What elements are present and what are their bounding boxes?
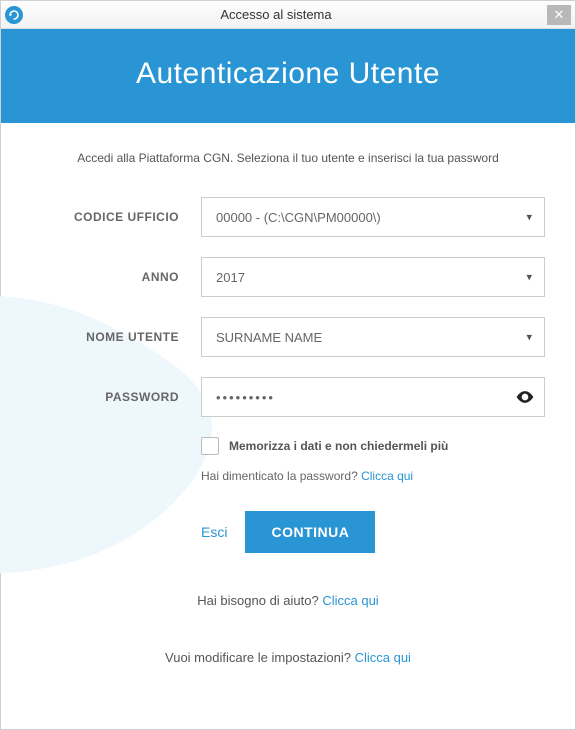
password-input[interactable] [201,377,545,417]
remember-checkbox[interactable] [201,437,219,455]
forgot-password-row: Hai dimenticato la password? Clicca qui [201,469,545,483]
continue-button[interactable]: CONTINUA [245,511,375,553]
toggle-password-button[interactable] [515,387,535,407]
settings-link[interactable]: Clicca qui [355,650,411,665]
year-label: ANNO [31,270,201,284]
remember-row: Memorizza i dati e non chiedermeli più [201,437,545,455]
exit-button[interactable]: Esci [201,524,227,540]
instructions-text: Accedi alla Piattaforma CGN. Seleziona i… [31,151,545,165]
close-icon: ✕ [554,7,565,23]
office-label: CODICE UFFICIO [31,210,201,224]
help-link[interactable]: Clicca qui [322,593,378,608]
remember-label: Memorizza i dati e non chiedermeli più [229,439,448,453]
page-header: Autenticazione Utente [1,29,575,123]
settings-text: Vuoi modificare le impostazioni? [165,650,355,665]
password-label: PASSWORD [31,390,201,404]
forgot-password-link[interactable]: Clicca qui [361,469,413,483]
username-row: NOME UTENTE SURNAME NAME [31,317,545,357]
login-form: CODICE UFFICIO 00000 - (C:\CGN\PM00000\)… [31,197,545,665]
office-row: CODICE UFFICIO 00000 - (C:\CGN\PM00000\) [31,197,545,237]
username-select[interactable]: SURNAME NAME [201,317,545,357]
username-label: NOME UTENTE [31,330,201,344]
office-select[interactable]: 00000 - (C:\CGN\PM00000\) [201,197,545,237]
office-value: 00000 - (C:\CGN\PM00000\) [216,210,381,225]
password-row: PASSWORD [31,377,545,417]
forgot-text: Hai dimenticato la password? [201,469,361,483]
year-value: 2017 [216,270,245,285]
titlebar: Accesso al sistema ✕ [1,1,575,29]
help-text: Hai bisogno di aiuto? [197,593,322,608]
content-area: Accedi alla Piattaforma CGN. Seleziona i… [1,123,575,665]
year-select[interactable]: 2017 [201,257,545,297]
help-row: Hai bisogno di aiuto? Clicca qui [31,593,545,608]
close-button[interactable]: ✕ [547,5,571,25]
settings-row: Vuoi modificare le impostazioni? Clicca … [31,650,545,665]
eye-icon [515,387,535,407]
year-row: ANNO 2017 [31,257,545,297]
action-buttons: Esci CONTINUA [201,511,545,553]
username-value: SURNAME NAME [216,330,322,345]
window-title: Accesso al sistema [5,7,547,22]
login-window: Accesso al sistema ✕ Autenticazione Uten… [0,0,576,730]
